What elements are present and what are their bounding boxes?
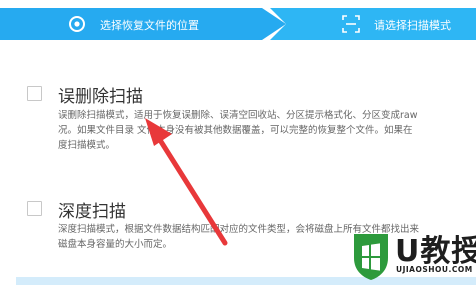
windows-shield-icon bbox=[354, 234, 388, 280]
watermark-text: U教授 bbox=[395, 234, 476, 269]
watermark: U教授 UJIAOSHOU.COM bbox=[350, 232, 476, 284]
watermark-url: UJIAOSHOU.COM bbox=[396, 265, 473, 274]
